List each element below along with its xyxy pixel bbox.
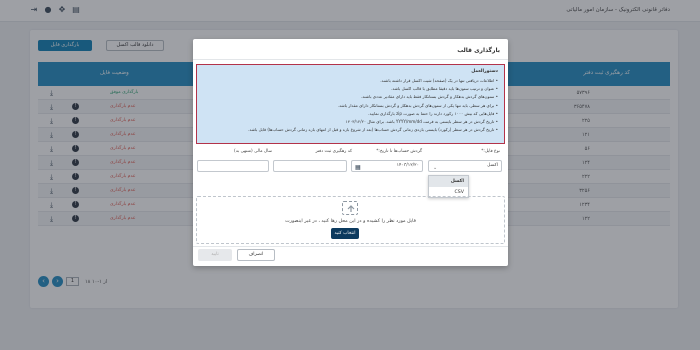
file-type-select[interactable]: اکسل ⌄ xyxy=(428,160,502,172)
file-type-label: نوع فایل:* xyxy=(481,149,500,154)
choose-file-button[interactable]: انتخاب کنید xyxy=(331,228,359,239)
divider xyxy=(193,246,508,247)
instructions-box: دستورالعمل اطلاعات دریافتی تنها در یک (ص… xyxy=(196,64,505,144)
dropzone-text: فایل مورد نظر را کشیده و در این محل رها … xyxy=(285,219,416,224)
calendar-icon[interactable]: ▦ xyxy=(355,163,361,173)
file-dropzone[interactable]: فایل مورد نظر را کشیده و در این محل رها … xyxy=(196,196,505,244)
tracking-code-label: کد رهگیری ثبت دفتر xyxy=(315,149,353,154)
fiscal-year-input[interactable] xyxy=(197,160,269,172)
cancel-button[interactable]: انصراف xyxy=(237,249,275,261)
date-value: ۱۴۰۳/۱۲/۲۰ xyxy=(396,163,419,168)
instruction-item: اطلاعات دریافتی تنها در یک (صفحه) شیت اک… xyxy=(203,77,498,85)
date-input[interactable]: ۱۴۰۳/۱۲/۲۰ ▦ xyxy=(351,160,423,172)
instruction-item: عنوان و ترتیب ستون‌ها باید دقیقا مطابق ب… xyxy=(203,85,498,93)
instruction-item: ستون‌های گردش بدهکار و گردش بستانکار فقط… xyxy=(203,93,498,101)
confirm-button[interactable]: تایید xyxy=(198,249,232,261)
divider xyxy=(193,59,508,60)
tracking-code-input[interactable] xyxy=(273,160,347,172)
instructions-title: دستورالعمل xyxy=(471,69,498,74)
fiscal-year-label: سال مالی (منتهی به) xyxy=(234,149,272,154)
dialog-title: بارگذاری قالب xyxy=(457,47,500,54)
instruction-item: تاریخ گردش در هر سطر (رکورد) بایستی بازه… xyxy=(203,126,498,134)
instruction-item: برای هر سطر، باید تنها یکی از ستون‌های گ… xyxy=(203,102,498,110)
upload-template-dialog: بارگذاری قالب دستورالعمل اطلاعات دریافتی… xyxy=(193,39,508,266)
file-type-dropdown: اکسل CSV xyxy=(428,175,469,198)
instruction-item: تاریخ گردش در هر سطر بایستی به فرمت YYYY… xyxy=(203,118,498,126)
date-label: گردش حساب‌ها تا تاریخ:* xyxy=(376,149,422,154)
instruction-item: فایل‌هایی که بیش ۱۰۰۰ رکورد دارند را حتم… xyxy=(203,110,498,118)
chevron-down-icon: ⌄ xyxy=(433,165,438,171)
dropdown-option-excel[interactable]: اکسل xyxy=(429,176,468,187)
upload-file-icon xyxy=(342,201,358,215)
file-type-value: اکسل xyxy=(487,163,498,168)
